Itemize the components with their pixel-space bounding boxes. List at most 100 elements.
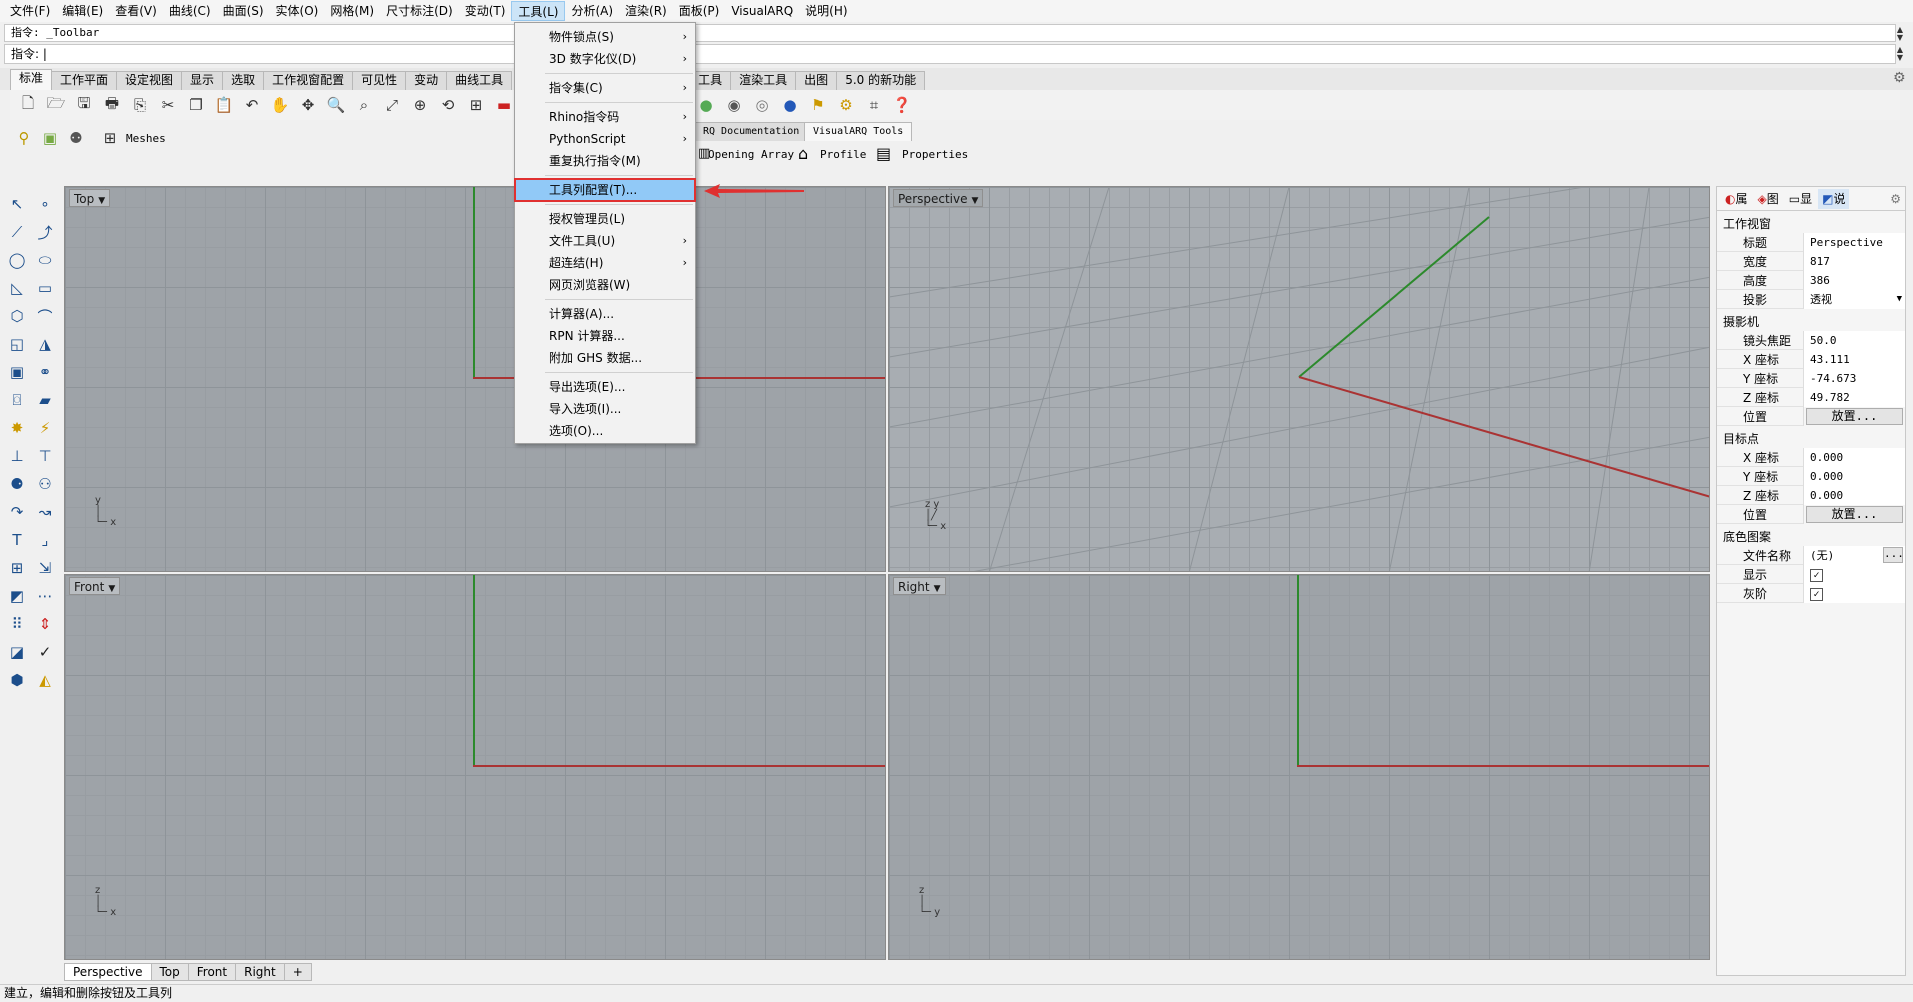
menu-command-set[interactable]: 指令集(C) › [515,77,695,99]
tab-visibility[interactable]: 可见性 [352,71,407,90]
box-icon[interactable]: ▣ [38,126,62,150]
paint-icon[interactable]: ◭ [32,668,58,692]
pan-hand-icon[interactable]: ✋ [268,93,292,117]
cylinder-icon[interactable]: ⌼ [4,388,30,412]
move-tool-icon[interactable]: ⇲ [32,556,58,580]
menu-pythonscript[interactable]: PythonScript › [515,128,695,150]
polygon-icon[interactable]: ⬡ [4,304,30,328]
select-arrow-icon[interactable]: ↖ [4,192,30,216]
zoom-icon[interactable]: 🔍 [324,93,348,117]
copy-icon[interactable]: ❐ [184,93,208,117]
vtab-right[interactable]: Right [235,963,285,981]
array-icon[interactable]: ⋯ [32,584,58,608]
paste-icon[interactable]: 📋 [212,93,236,117]
tab-properties[interactable]: ◐属 [1721,189,1752,209]
offset-icon[interactable]: ↷ [4,500,30,524]
ungroup-icon[interactable]: ⚇ [32,472,58,496]
menu-solid[interactable]: 实体(O) [270,1,325,21]
render-mesh-icon[interactable]: ⬢ [4,668,30,692]
dropdown-arrow-icon[interactable]: ▼ [108,580,115,598]
dimension-icon[interactable]: ⌟ [32,528,58,552]
text-icon[interactable]: T [4,528,30,552]
viewport-grid-icon[interactable]: ⊞ [464,93,488,117]
menu-license-manager[interactable]: 授权管理员(L) [515,208,695,230]
ghosted-sphere-icon[interactable]: ◎ [750,93,774,117]
cut-icon[interactable]: ✂ [156,93,180,117]
solid-edit-icon[interactable]: ◩ [4,584,30,608]
viewport-front[interactable]: Front ▼ z │ └─ x [64,574,886,960]
boolean-icon[interactable]: ⚭ [32,360,58,384]
undo-icon[interactable]: ↶ [240,93,264,117]
help-icon[interactable]: ❓ [890,93,914,117]
split-icon[interactable]: ⊤ [32,444,58,468]
light-icon[interactable]: ⚑ [806,93,830,117]
tab-drafting[interactable]: 出图 [795,71,838,90]
profile-icon[interactable]: ⌂ [798,144,808,163]
gear-icon[interactable]: ⚙ [1893,70,1906,86]
meshes-label[interactable]: Meshes [126,132,166,145]
scroll-arrows-icon[interactable]: ▲ ▼ [1894,26,1906,44]
rendered-sphere-icon[interactable]: ◉ [722,93,746,117]
place-target-button[interactable]: 放置... [1806,505,1903,523]
menu-file[interactable]: 文件(F) [4,1,56,21]
tab-select[interactable]: 选取 [222,71,265,90]
export-icon[interactable]: ⎘ [128,93,152,117]
menu-render[interactable]: 渲染(R) [619,1,673,21]
vtab-top[interactable]: Top [150,963,189,981]
viewport-label-perspective[interactable]: Perspective ▼ [893,189,984,210]
menu-calculator[interactable]: 计算器(A)... [515,303,695,325]
dropdown-arrow-icon[interactable]: ▼ [972,192,979,210]
tab-curve-tools[interactable]: 曲线工具 [446,71,513,90]
menu-view[interactable]: 查看(V) [109,1,163,21]
viewport-perspective[interactable]: Perspective ▼ z y │╱ └─ x [888,186,1710,572]
vtab-front[interactable]: Front [187,963,237,981]
menu-web-browser[interactable]: 网页浏览器(W) [515,274,695,296]
mesh-tools-icon[interactable]: ⚉ [64,126,88,150]
menu-analyze[interactable]: 分析(A) [565,1,619,21]
snap-icon[interactable]: ⌗ [862,93,886,117]
tab-transform[interactable]: 变动 [405,71,448,90]
add-viewport-icon[interactable]: + [283,963,312,981]
menu-panels[interactable]: 面板(P) [673,1,726,21]
save-icon[interactable]: 🖫 [72,93,96,117]
menu-mesh[interactable]: 网格(M) [324,1,380,21]
menu-curve[interactable]: 曲线(C) [163,1,217,21]
check-icon[interactable]: ✓ [32,640,58,664]
plane-icon[interactable]: ▰ [32,388,58,412]
menu-surface[interactable]: 曲面(S) [217,1,270,21]
trim-icon[interactable]: ⊥ [4,444,30,468]
menu-visualarq[interactable]: VisualARQ [725,1,799,21]
tab-display-panel[interactable]: ▭显 [1785,189,1816,209]
menu-repeat-command[interactable]: 重复执行指令(M) [515,150,695,172]
join-icon[interactable]: ⚡ [32,416,58,440]
rotate-view-icon[interactable]: ⟲ [436,93,460,117]
tab-standard[interactable]: 标准 [10,69,53,90]
panel-gear-icon[interactable]: ⚙ [1886,189,1905,209]
menu-hyperlink[interactable]: 超连结(H) › [515,252,695,274]
fillet-curve-icon[interactable]: ⌒ [32,304,58,328]
viewport-label-top[interactable]: Top ▼ [69,189,111,207]
tab-layers[interactable]: ◈图 [1754,189,1783,209]
options-gear-icon[interactable]: ⚙ [834,93,858,117]
menu-transform[interactable]: 变动(T) [459,1,512,21]
zoom-window-icon[interactable]: ⌕ [352,93,376,117]
bulb-icon[interactable]: ⚲ [12,126,36,150]
tab-rq-documentation[interactable]: RQ Documentation [694,122,809,141]
tab-new-in-v5[interactable]: 5.0 的新功能 [836,71,926,90]
tab-display[interactable]: 显示 [181,71,224,90]
point-icon[interactable]: ∘ [32,192,58,216]
extrude-icon[interactable]: ◮ [32,332,58,356]
tab-viewport-layout[interactable]: 工作视窗配置 [263,71,354,90]
new-file-icon[interactable]: 🗋 [16,93,40,117]
profile-label[interactable]: Profile [820,148,866,161]
chevron-down-icon[interactable]: ▼ [1897,290,1902,309]
menu-help[interactable]: 说明(H) [799,1,853,21]
menu-dimension[interactable]: 尺寸标注(D) [380,1,459,21]
print-icon[interactable]: 🖶 [100,93,124,117]
grayscale-checkbox[interactable]: ✓ [1810,587,1823,601]
shaded-sphere-icon[interactable]: ● [694,93,718,117]
open-folder-icon[interactable]: 🗁 [44,93,68,117]
properties-icon[interactable]: ▤ [876,144,891,163]
curve-icon[interactable]: ⤴ [32,220,58,244]
menu-options[interactable]: 选项(O)... [515,420,695,442]
